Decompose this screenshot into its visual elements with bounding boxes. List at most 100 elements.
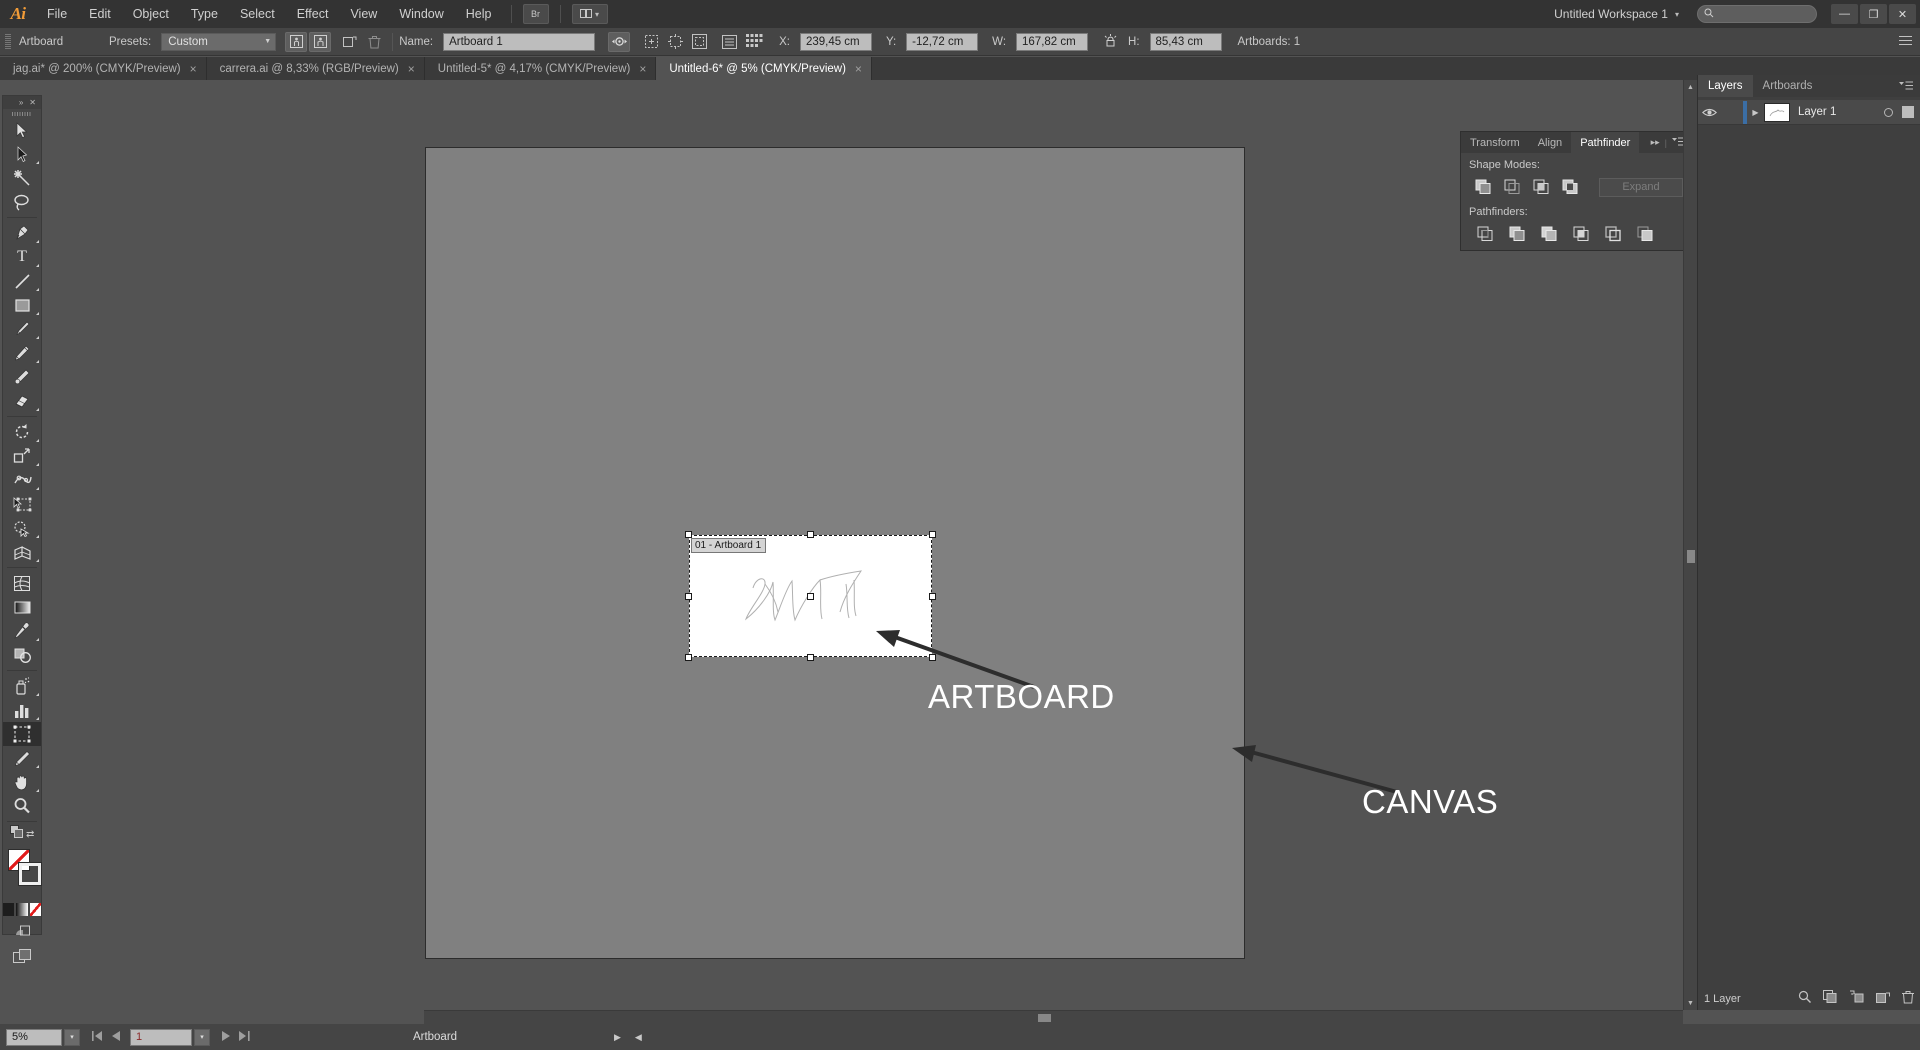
tab-pathfinder[interactable]: Pathfinder — [1571, 132, 1640, 153]
control-bar-grip[interactable] — [5, 33, 11, 50]
status-text[interactable]: Artboard — [320, 1031, 550, 1043]
locate-object-icon[interactable] — [1798, 990, 1811, 1008]
rectangle-tool[interactable] — [3, 293, 41, 317]
close-button[interactable]: ✕ — [1889, 4, 1916, 24]
paintbrush-tool[interactable] — [3, 317, 41, 341]
default-fill-stroke-icon[interactable] — [9, 825, 23, 843]
menu-view[interactable]: View — [339, 0, 388, 28]
column-graph-tool[interactable] — [3, 698, 41, 722]
new-artboard-landscape-icon[interactable] — [309, 31, 332, 52]
minus-front-button[interactable] — [1498, 176, 1527, 198]
lasso-tool[interactable] — [3, 190, 41, 214]
status-collapse-icon[interactable]: ◀ — [635, 1032, 642, 1043]
tab-layers[interactable]: Layers — [1698, 75, 1753, 97]
previous-artboard-icon[interactable] — [112, 1031, 120, 1043]
close-icon[interactable]: × — [639, 62, 646, 76]
merge-button[interactable] — [1533, 223, 1565, 245]
document-tab-4[interactable]: Untitled-6* @ 5% (CMYK/Preview) × — [656, 57, 872, 80]
canvas-vertical-scrollbar[interactable]: ▲ ▼ — [1683, 80, 1697, 1010]
selection-handle-mr[interactable] — [929, 593, 936, 600]
delete-selection-icon[interactable] — [1902, 990, 1914, 1009]
zoom-dropdown-icon[interactable]: ▾ — [64, 1028, 80, 1046]
collapse-icon[interactable]: ▸▸ — [1651, 137, 1660, 148]
scroll-up-icon[interactable]: ▲ — [1684, 80, 1697, 94]
close-icon[interactable]: × — [408, 62, 415, 76]
search-box[interactable] — [1697, 5, 1817, 23]
artboard-y-input[interactable] — [906, 32, 979, 51]
stroke-swatch[interactable] — [18, 862, 42, 886]
document-tab-2[interactable]: carrera.ai @ 8,33% (RGB/Preview) × — [206, 57, 425, 80]
zoom-level-input[interactable]: 5% — [6, 1028, 62, 1046]
slice-tool[interactable] — [3, 746, 41, 770]
tab-artboards[interactable]: Artboards — [1753, 75, 1823, 97]
next-artboard-icon[interactable] — [222, 1031, 230, 1043]
free-transform-tool[interactable] — [3, 492, 41, 516]
blob-brush-tool[interactable] — [3, 365, 41, 389]
artboard-x-input[interactable] — [799, 32, 872, 51]
artboard-name-input[interactable] — [443, 32, 596, 51]
tab-align[interactable]: Align — [1529, 132, 1571, 153]
minus-back-button[interactable] — [1629, 223, 1661, 245]
search-input[interactable] — [1718, 8, 1810, 20]
color-icon[interactable] — [3, 902, 15, 916]
blend-tool[interactable] — [3, 643, 41, 667]
collapse-icon[interactable]: » — [19, 98, 23, 107]
selection-handle-tr[interactable] — [929, 531, 936, 538]
artboard-tool[interactable] — [3, 722, 41, 746]
minimize-button[interactable]: — — [1831, 4, 1858, 24]
menu-file[interactable]: File — [36, 0, 78, 28]
expand-layer-icon[interactable]: ▶ — [1747, 108, 1764, 117]
intersect-button[interactable] — [1527, 176, 1556, 198]
rearrange-artboards-icon[interactable] — [742, 32, 768, 52]
presets-dropdown[interactable]: Custom ▼ — [161, 32, 277, 51]
menu-type[interactable]: Type — [180, 0, 229, 28]
perspective-grid-tool[interactable] — [3, 540, 41, 564]
visibility-toggle-icon[interactable] — [1698, 107, 1721, 118]
fill-and-stroke-swatches[interactable] — [3, 847, 42, 901]
move-artwork-with-artboard-icon[interactable] — [608, 31, 631, 52]
menu-select[interactable]: Select — [229, 0, 286, 28]
panel-menu-icon[interactable] — [1899, 75, 1920, 97]
pencil-tool[interactable] — [3, 341, 41, 365]
menu-effect[interactable]: Effect — [286, 0, 340, 28]
hand-tool[interactable] — [3, 770, 41, 794]
workspace-switcher[interactable]: Untitled Workspace 1 ▾ — [1546, 5, 1687, 23]
gradient-color-icon[interactable] — [16, 902, 28, 916]
expand-button[interactable]: Expand — [1599, 177, 1683, 197]
swap-fill-stroke-icon[interactable]: ⇄ — [26, 829, 34, 840]
trim-button[interactable] — [1501, 223, 1533, 245]
artboard-options-icon[interactable] — [718, 32, 740, 52]
scale-tool[interactable] — [3, 444, 41, 468]
change-screen-mode-button[interactable] — [3, 943, 41, 969]
go-to-bridge-button[interactable]: Br — [522, 4, 549, 24]
eraser-tool[interactable] — [3, 389, 41, 413]
eyedropper-tool[interactable] — [3, 619, 41, 643]
artboard-number-input[interactable]: 1 — [130, 1028, 192, 1046]
target-indicator-icon[interactable] — [1874, 107, 1902, 117]
tools-panel-grip[interactable] — [3, 109, 41, 118]
create-new-sublayer-icon[interactable] — [1849, 990, 1864, 1008]
drawing-mode-button[interactable] — [3, 917, 41, 943]
none-color-icon[interactable] — [29, 902, 42, 916]
layer-row[interactable]: ▶ Layer 1 — [1698, 100, 1920, 125]
shape-builder-tool[interactable] — [3, 516, 41, 540]
menu-window[interactable]: Window — [388, 0, 454, 28]
scroll-down-icon[interactable]: ▼ — [1684, 996, 1697, 1010]
constrain-proportions-icon[interactable] — [1099, 32, 1121, 52]
close-icon[interactable]: × — [190, 62, 197, 76]
horizontal-scroll-thumb[interactable] — [1038, 1014, 1051, 1022]
restore-button[interactable]: ❐ — [1860, 4, 1887, 24]
mesh-tool[interactable] — [3, 571, 41, 595]
control-bar-overflow-icon[interactable] — [1899, 35, 1912, 49]
last-artboard-icon[interactable] — [239, 1031, 250, 1043]
type-tool[interactable]: T — [3, 245, 41, 269]
selection-handle-ml[interactable] — [685, 593, 692, 600]
gradient-tool[interactable] — [3, 595, 41, 619]
outline-button[interactable] — [1597, 223, 1629, 245]
direct-selection-tool[interactable] — [3, 142, 41, 166]
close-icon[interactable]: × — [855, 62, 862, 76]
exclude-button[interactable] — [1556, 176, 1585, 198]
create-new-layer-icon[interactable] — [1876, 990, 1890, 1008]
magic-wand-tool[interactable] — [3, 166, 41, 190]
status-expand-icon[interactable]: ▶ — [614, 1032, 621, 1043]
